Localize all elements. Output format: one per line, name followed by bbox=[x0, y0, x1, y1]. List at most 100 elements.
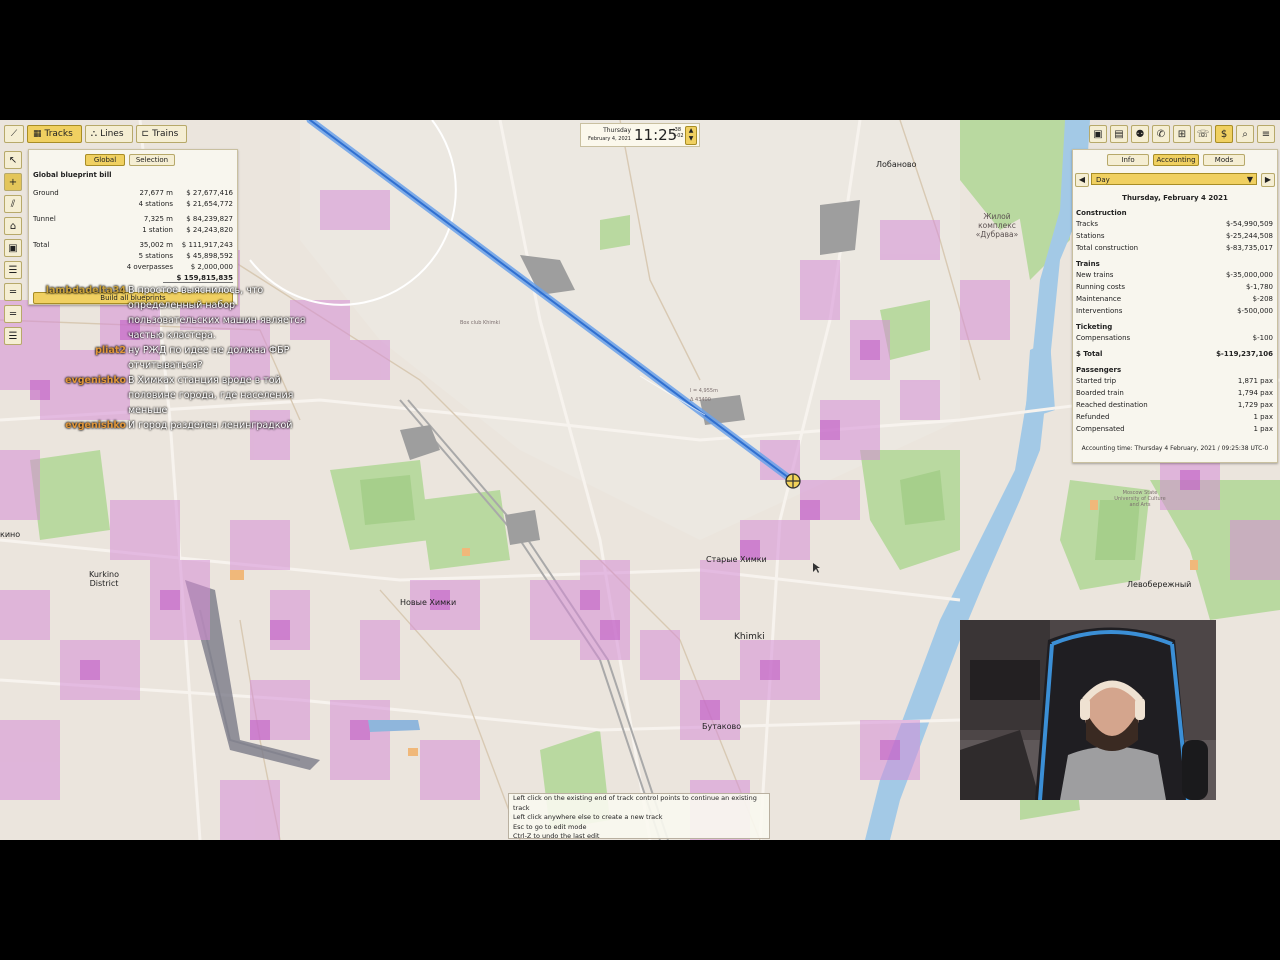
money-icon: $ bbox=[1220, 128, 1228, 140]
depot-icon: ▣ bbox=[8, 242, 18, 254]
accounting-row: Boarded train 1,794 pax bbox=[1076, 389, 1273, 397]
accounting-row: Compensations $-100 bbox=[1076, 334, 1273, 342]
help-tooltip: Left click on the existing end of track … bbox=[508, 793, 770, 840]
city-icon: ▤ bbox=[1114, 128, 1124, 140]
chat-username: lambdadelta34 bbox=[45, 285, 126, 296]
track-type-1-button[interactable]: ☰ bbox=[4, 261, 22, 279]
tab-mods[interactable]: Mods bbox=[1203, 154, 1245, 166]
clock-seconds: :38 +02 bbox=[673, 127, 684, 139]
edit-track-tool-button[interactable]: ⫽ bbox=[4, 195, 22, 213]
chat-username: evgenishko bbox=[65, 375, 126, 386]
accounting-row: Compensated 1 pax bbox=[1076, 425, 1273, 433]
clock-time: 11:25 bbox=[634, 126, 678, 144]
blueprint-row: 1 station $ 24,243,820 bbox=[142, 226, 233, 234]
period-selector: ◀ Day ▼ ▶ bbox=[1075, 173, 1275, 187]
speed-down-icon: ▼ bbox=[688, 135, 694, 142]
map-label-dubrava: Жилой комплекс «Дубрава» bbox=[975, 212, 1019, 239]
phone-button[interactable]: ✆ bbox=[1152, 125, 1170, 143]
network-button[interactable]: ⟋ bbox=[4, 125, 24, 143]
track-elevation-label: Δ 43400 bbox=[690, 397, 711, 403]
tab-trains[interactable]: ⊏ Trains bbox=[135, 125, 188, 143]
chat-message: evgenishko В Химках станция вроде в той … bbox=[0, 373, 310, 418]
tab-tracks[interactable]: ▦ Tracks bbox=[27, 125, 82, 143]
blueprint-row: 5 stations $ 45,898,592 bbox=[138, 252, 233, 260]
accounting-row: Maintenance $-208 bbox=[1076, 295, 1273, 303]
search-button[interactable]: ⌕ bbox=[1236, 125, 1254, 143]
webcam-overlay bbox=[960, 620, 1216, 800]
tab-global[interactable]: Global bbox=[85, 154, 125, 166]
pointer-tool-button[interactable]: ↖ bbox=[4, 151, 22, 169]
accounting-row: Running costs $-1,780 bbox=[1076, 283, 1273, 291]
track-length-label: l = 4,955m bbox=[690, 388, 718, 394]
call-button[interactable]: ☏ bbox=[1194, 125, 1212, 143]
tab-tracks-label: Tracks bbox=[44, 129, 73, 139]
streamer-image bbox=[960, 620, 1216, 800]
speed-up-icon: ▲ bbox=[688, 127, 694, 134]
menu-button[interactable]: ≡ bbox=[1257, 125, 1275, 143]
accounting-row: Stations $-25,244,508 bbox=[1076, 232, 1273, 240]
add-tool-button[interactable]: + bbox=[4, 173, 22, 191]
mode-tabs: ⟋ ▦ Tracks ⛬ Lines ⊏ Trains bbox=[4, 125, 188, 143]
chat-username: evgenishko bbox=[65, 420, 126, 431]
accounting-total-row: $ Total $-119,237,106 bbox=[1076, 350, 1273, 358]
map-label-starye-khimki: Старые Химки bbox=[706, 555, 767, 564]
passengers-heading: Passengers bbox=[1076, 366, 1122, 374]
blueprint-row: 4 overpasses $ 2,000,000 bbox=[126, 263, 233, 271]
map-label-moscow-state: Moscow State University of Culture and A… bbox=[1114, 490, 1166, 508]
clock-date: February 4, 2021 bbox=[588, 136, 631, 142]
station-icon: ⌂ bbox=[9, 220, 17, 232]
chat-text: В простое выяснилось, что определенный н… bbox=[128, 285, 306, 341]
money-button[interactable]: $ bbox=[1215, 125, 1233, 143]
map-label-kino: кино bbox=[0, 530, 21, 539]
time-speed-button[interactable]: ▲ ▼ bbox=[685, 126, 697, 145]
chevron-down-icon: ▼ bbox=[1246, 175, 1253, 184]
chat-message: lambdadelta34 В простое выяснилось, что … bbox=[0, 283, 310, 343]
map-label-levoberezhny: Левобережный bbox=[1127, 580, 1192, 589]
accounting-row: Started trip 1,871 pax bbox=[1076, 377, 1273, 385]
network-icon: ⟋ bbox=[10, 129, 18, 139]
tab-trains-label: Trains bbox=[152, 129, 179, 139]
blueprint-row: 4 stations $ 21,654,772 bbox=[138, 200, 233, 208]
pointer-icon: ↖ bbox=[8, 154, 18, 166]
accounting-row: Reached destination 1,729 pax bbox=[1076, 401, 1273, 409]
menu-icon: ≡ bbox=[1261, 128, 1271, 140]
tracks-icon: ▦ bbox=[33, 129, 42, 139]
stream-chat: lambdadelta34 В простое выяснилось, что … bbox=[0, 283, 310, 433]
depot-tool-button[interactable]: ▣ bbox=[4, 239, 22, 257]
phone-icon: ✆ bbox=[1156, 128, 1166, 140]
chat-message: pliat2 ну РЖД по идее не должна ФБР отчи… bbox=[0, 343, 310, 373]
station-tool-button[interactable]: ⌂ bbox=[4, 217, 22, 235]
accounting-row: Interventions $-500,000 bbox=[1076, 307, 1273, 315]
book-button[interactable]: ⊞ bbox=[1173, 125, 1191, 143]
blueprint-row: Tunnel 7,325 m $ 84,239,827 bbox=[33, 215, 233, 223]
trains-heading: Trains bbox=[1076, 260, 1100, 268]
accounting-time: Accounting time: Thursday 4 February, 20… bbox=[1081, 445, 1269, 452]
people-icon: ⚉ bbox=[1135, 128, 1145, 140]
game-clock: Thursday February 4, 2021 11:25 :38 +02 … bbox=[580, 123, 700, 147]
edit-track-icon: ⫽ bbox=[10, 198, 16, 210]
tab-accounting[interactable]: Accounting bbox=[1153, 154, 1199, 166]
blueprint-panel: Global Selection Global blueprint bill G… bbox=[28, 149, 238, 305]
period-select[interactable]: Day ▼ bbox=[1091, 173, 1257, 185]
tab-lines[interactable]: ⛬ Lines bbox=[84, 125, 133, 143]
chat-message: evgenishko И город разделен ленинградкой bbox=[0, 418, 310, 433]
chat-text: И город разделен ленинградкой bbox=[128, 420, 293, 431]
people-button[interactable]: ⚉ bbox=[1131, 125, 1149, 143]
accounting-row: Tracks $-54,990,509 bbox=[1076, 220, 1273, 228]
ticketing-heading: Ticketing bbox=[1076, 323, 1113, 331]
book-icon: ⊞ bbox=[1177, 128, 1187, 140]
right-toolbar: ▣ ▤ ⚉ ✆ ⊞ ☏ $ ⌕ ≡ bbox=[1089, 125, 1275, 143]
trains-icon: ⊏ bbox=[141, 129, 150, 139]
accounting-panel: Info Accounting Mods ◀ Day ▼ ▶ Thursday,… bbox=[1072, 149, 1278, 463]
blueprint-button[interactable]: ▣ bbox=[1089, 125, 1107, 143]
blueprint-row: Ground 27,677 m $ 27,677,416 bbox=[33, 189, 233, 197]
call-icon: ☏ bbox=[1196, 128, 1210, 140]
chat-text: В Химках станция вроде в той половине го… bbox=[128, 375, 294, 416]
period-prev-button[interactable]: ◀ bbox=[1075, 173, 1089, 187]
tab-info[interactable]: Info bbox=[1107, 154, 1149, 166]
period-next-button[interactable]: ▶ bbox=[1261, 173, 1275, 187]
map-label-butakovo: Бутаково bbox=[702, 722, 742, 731]
tab-selection[interactable]: Selection bbox=[129, 154, 175, 166]
city-button[interactable]: ▤ bbox=[1110, 125, 1128, 143]
chat-username: pliat2 bbox=[95, 345, 126, 356]
